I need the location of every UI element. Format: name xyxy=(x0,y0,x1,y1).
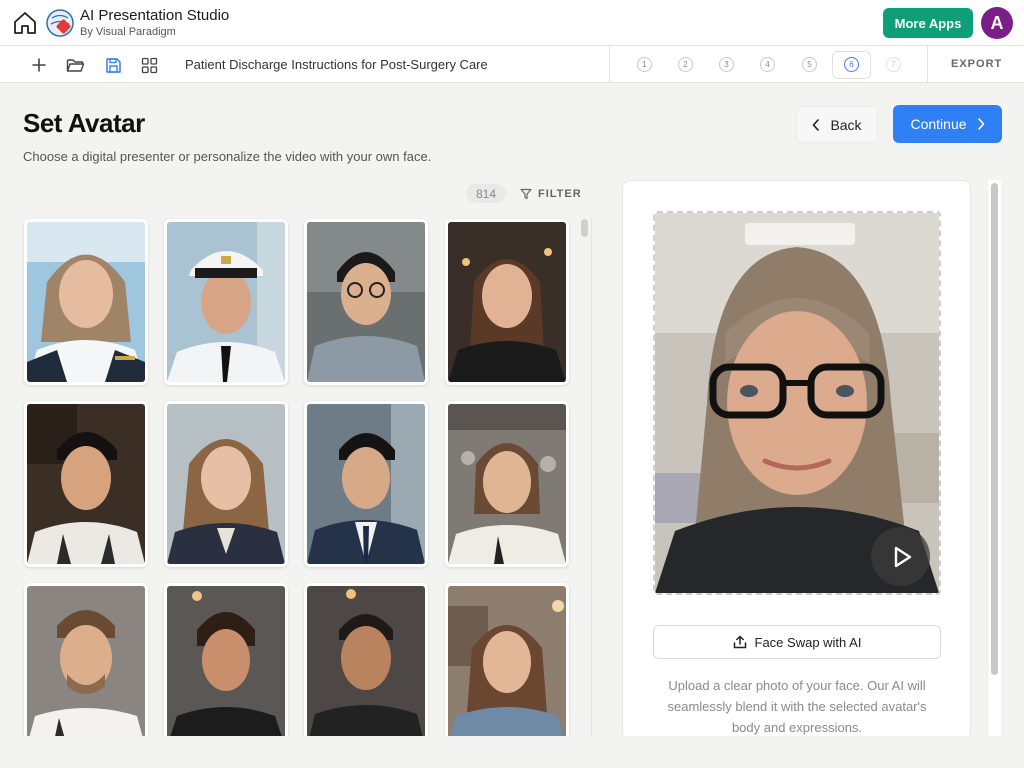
upload-icon xyxy=(733,635,746,649)
avatar-photo-man-gym xyxy=(307,586,425,736)
page-title: Set Avatar xyxy=(23,108,145,138)
user-avatar[interactable]: A xyxy=(981,7,1013,39)
filter-label: FILTER xyxy=(538,188,582,200)
avatar-card[interactable] xyxy=(304,401,428,567)
step-3[interactable]: 3 xyxy=(719,57,734,72)
play-button[interactable] xyxy=(871,527,930,586)
divider xyxy=(609,46,610,83)
continue-button[interactable]: Continue xyxy=(893,105,1002,143)
continue-label: Continue xyxy=(910,116,967,132)
avatar-photo-woman-kitchen xyxy=(448,404,566,564)
toolbar: Patient Discharge Instructions for Post-… xyxy=(0,46,1024,83)
avatar-card[interactable] xyxy=(445,219,569,385)
gallery-scrollbar-thumb[interactable] xyxy=(581,219,588,237)
face-swap-button[interactable]: Face Swap with AI xyxy=(653,625,941,659)
app-bar: AI Presentation Studio By Visual Paradig… xyxy=(0,0,1024,46)
avatar-photo-woman-gym xyxy=(167,586,285,736)
avatar-photo-pilot-man xyxy=(167,222,285,382)
grid-icon[interactable] xyxy=(138,54,160,76)
step-7[interactable]: 7 xyxy=(886,57,901,72)
back-label: Back xyxy=(830,116,862,133)
avatar-card[interactable] xyxy=(164,219,288,385)
avatar-card[interactable] xyxy=(445,401,569,567)
avatar-card[interactable] xyxy=(24,219,148,385)
back-button[interactable]: Back xyxy=(796,106,878,143)
avatar-card[interactable] xyxy=(304,219,428,385)
app-title: AI Presentation Studio xyxy=(80,7,230,24)
more-apps-button[interactable]: More Apps xyxy=(883,8,973,38)
app-logo-icon xyxy=(46,9,74,37)
avatar-card[interactable] xyxy=(304,583,428,736)
step-4[interactable]: 4 xyxy=(760,57,775,72)
panel-scrollbar-thumb[interactable] xyxy=(991,183,998,675)
avatar-card[interactable] xyxy=(164,583,288,736)
avatar-photo-man-glasses xyxy=(307,222,425,382)
avatar-photo-man-suit xyxy=(307,404,425,564)
export-button[interactable]: EXPORT xyxy=(951,58,1002,70)
page-subtitle: Choose a digital presenter or personaliz… xyxy=(23,149,432,164)
avatar-count-badge: 814 xyxy=(466,184,506,203)
face-swap-label: Face Swap with AI xyxy=(754,634,862,650)
avatar-card[interactable] xyxy=(24,401,148,567)
document-title[interactable]: Patient Discharge Instructions for Post-… xyxy=(185,57,488,72)
avatar-card[interactable] xyxy=(24,583,148,736)
divider xyxy=(927,46,928,83)
plus-icon[interactable] xyxy=(28,54,50,76)
filter-button[interactable]: FILTER xyxy=(520,185,582,203)
play-icon xyxy=(894,546,911,567)
step-6[interactable]: 6 xyxy=(844,57,859,72)
app-subtitle: By Visual Paradigm xyxy=(80,26,176,38)
step-5[interactable]: 5 xyxy=(802,57,817,72)
avatar-photo-pilot-woman xyxy=(27,222,145,382)
avatar-card[interactable] xyxy=(164,401,288,567)
avatar-photo-woman-blazer xyxy=(167,404,285,564)
save-icon[interactable] xyxy=(102,54,124,76)
chevron-left-icon xyxy=(813,118,820,131)
gallery-scrollbar[interactable] xyxy=(580,218,588,736)
face-swap-description: Upload a clear photo of your face. Our A… xyxy=(667,678,927,735)
avatar-photo-chef-man xyxy=(27,586,145,736)
filter-icon xyxy=(520,188,532,200)
divider xyxy=(591,218,592,736)
home-icon[interactable] xyxy=(10,8,40,38)
step-1[interactable]: 1 xyxy=(637,57,652,72)
avatar-photo-young-man-apron xyxy=(27,404,145,564)
step-2[interactable]: 2 xyxy=(678,57,693,72)
avatar-photo-girl-denim xyxy=(448,586,566,736)
avatar-gallery xyxy=(0,210,592,736)
folder-icon[interactable] xyxy=(64,54,86,76)
avatar-card[interactable] xyxy=(445,583,569,736)
chevron-right-icon xyxy=(977,118,984,130)
bottom-band xyxy=(0,736,1024,768)
avatar-photo-woman-cafe xyxy=(448,222,566,382)
